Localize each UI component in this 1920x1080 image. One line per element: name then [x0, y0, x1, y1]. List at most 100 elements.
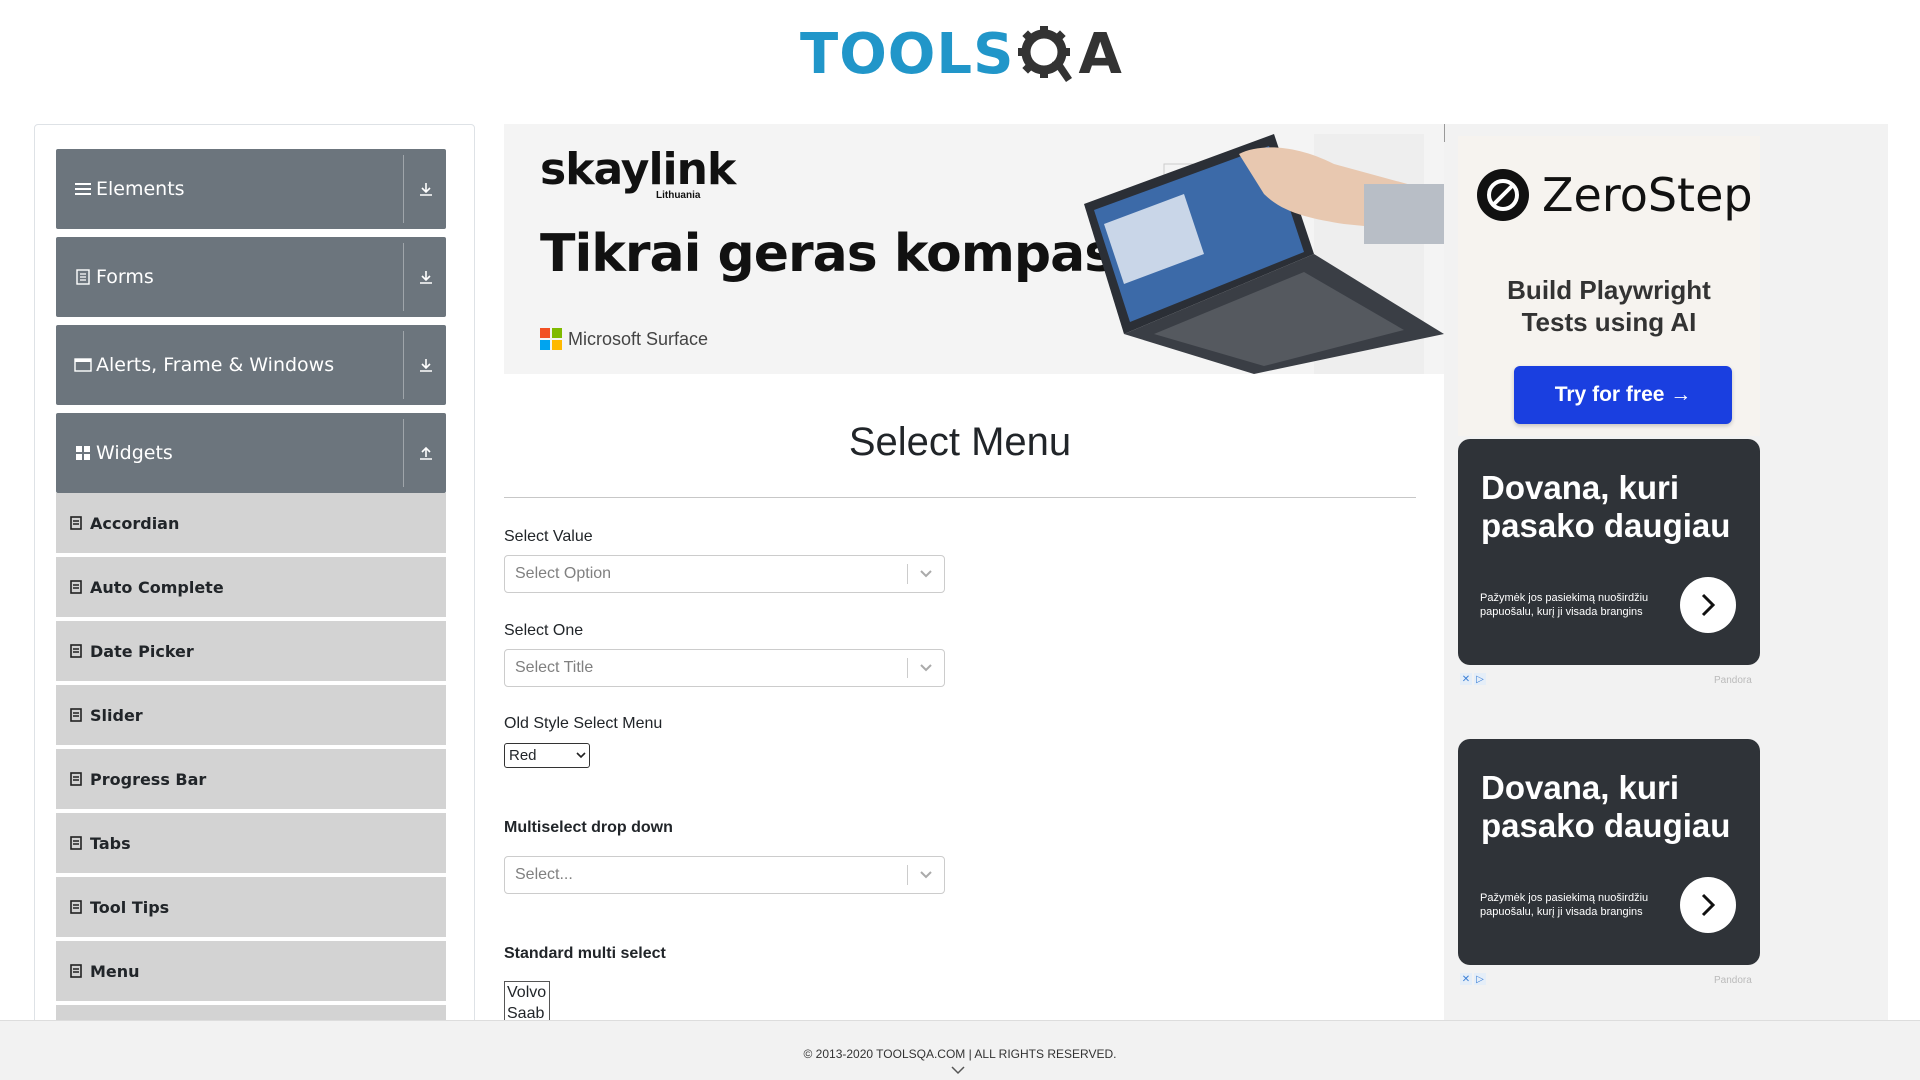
- ad-brand-sub: Lithuania: [656, 190, 701, 201]
- sidebar-item-label: Slider: [90, 705, 143, 725]
- window-icon: [74, 358, 92, 372]
- old-style-value: Red: [509, 747, 537, 764]
- hamburger-icon: [74, 182, 92, 196]
- logo-text-tools: TOOLS: [800, 21, 1015, 87]
- chevron-down-icon: [573, 752, 589, 759]
- old-style-label: Old Style Select Menu: [504, 715, 663, 732]
- chevron-down-icon[interactable]: [908, 870, 944, 880]
- item-icon: [70, 516, 82, 530]
- select-one-label: Select One: [504, 622, 584, 639]
- sidebar-group-alerts[interactable]: Alerts, Frame & Windows: [56, 325, 446, 405]
- download-arrow-icon[interactable]: [414, 177, 438, 201]
- laptop-image: [1084, 134, 1444, 374]
- sidebar-group-label: Alerts, Frame & Windows: [96, 354, 335, 376]
- grid-icon: [74, 445, 92, 461]
- ad-choices[interactable]: ✕ ▷: [1460, 673, 1486, 685]
- sidebar-item-accordian[interactable]: Accordian: [56, 493, 446, 555]
- sidebar-item-tabs[interactable]: Tabs: [56, 813, 446, 875]
- zerostep-brand: ZeroStep: [1542, 168, 1753, 222]
- pandora-headline: Dovana, kuri pasako daugiau: [1481, 469, 1731, 544]
- document-icon: [74, 269, 92, 285]
- ad-microsoft-surface: Microsoft Surface: [540, 328, 708, 350]
- sidebar-group-widgets[interactable]: Widgets: [56, 413, 446, 493]
- footer: © 2013-2020 TOOLSQA.COM | ALL RIGHTS RES…: [0, 1020, 1920, 1080]
- right-ad-column: ZeroStep Build Playwright Tests using AI…: [1444, 124, 1888, 1020]
- header: TOOLS A: [0, 0, 1920, 100]
- old-style-select[interactable]: Red: [504, 743, 590, 768]
- select-value-dropdown[interactable]: Select Option: [504, 555, 945, 593]
- microsoft-logo-icon: [540, 328, 562, 350]
- sidebar-item-tool-tips[interactable]: Tool Tips: [56, 877, 446, 939]
- title-divider: [504, 497, 1416, 498]
- item-icon: [70, 900, 82, 914]
- ad-pandora-2[interactable]: Dovana, kuri pasako daugiau Pažymėk jos …: [1458, 739, 1760, 965]
- chevron-right-icon[interactable]: [1680, 577, 1736, 633]
- ad-zerostep[interactable]: ZeroStep Build Playwright Tests using AI…: [1458, 136, 1760, 436]
- ad-choices-icon[interactable]: ▷: [1474, 973, 1486, 985]
- ad-source: Pandora: [1714, 975, 1752, 986]
- select-one-placeholder: Select Title: [515, 659, 594, 676]
- ad-banner-skaylink[interactable]: skaylink Lithuania Tikrai geras kompas! …: [504, 124, 1444, 374]
- item-icon: [70, 836, 82, 850]
- logo-text-a: A: [1078, 21, 1123, 87]
- sidebar-item-menu[interactable]: Menu: [56, 941, 446, 1003]
- divider: [403, 419, 404, 487]
- pandora-headline: Dovana, kuri pasako daugiau: [1481, 769, 1731, 844]
- item-icon: [70, 772, 82, 786]
- zerostep-tagline: Build Playwright Tests using AI: [1458, 274, 1760, 338]
- sidebar-group-label: Widgets: [96, 442, 173, 464]
- zerostep-line2: Tests using AI: [1521, 307, 1697, 337]
- ad-choices[interactable]: ✕ ▷: [1460, 973, 1486, 985]
- logo-text-qa: A: [1014, 22, 1122, 87]
- multiselect-placeholder: Select...: [515, 866, 573, 883]
- divider: [403, 243, 404, 311]
- ad-close-icon[interactable]: ✕: [1460, 973, 1472, 985]
- ad-choices-icon[interactable]: ▷: [1474, 673, 1486, 685]
- sidebar-item-label: Date Picker: [90, 641, 194, 661]
- sidebar-item-auto-complete[interactable]: Auto Complete: [56, 557, 446, 619]
- sidebar-group-label: Forms: [96, 266, 154, 288]
- sidebar-item-label: Tabs: [90, 833, 131, 853]
- sidebar-item-label: Menu: [90, 961, 140, 981]
- ad-border-line: [1444, 124, 1445, 142]
- sidebar-item-label: Auto Complete: [90, 577, 224, 597]
- ad-brand: skaylink: [540, 144, 736, 195]
- sidebar-group-label: Elements: [96, 178, 185, 200]
- toolsqa-logo[interactable]: TOOLS A: [800, 14, 1123, 94]
- standard-multi-select[interactable]: Volvo Saab: [504, 981, 550, 1021]
- sidebar-group-forms[interactable]: Forms: [56, 237, 446, 317]
- chevron-down-icon[interactable]: [908, 569, 944, 579]
- item-icon: [70, 644, 82, 658]
- page-title: Select Menu: [848, 420, 1072, 464]
- item-icon: [70, 708, 82, 722]
- pandora-subtext: Pažymėk jos pasiekimą nuoširdžiu papuoša…: [1480, 592, 1649, 618]
- multiselect-dropdown[interactable]: Select...: [504, 856, 945, 894]
- ad-ms-label: Microsoft Surface: [568, 328, 709, 349]
- select-one-dropdown[interactable]: Select Title: [504, 649, 945, 687]
- zerostep-logo: ZeroStep: [1476, 168, 1753, 222]
- sidebar-item-date-picker[interactable]: Date Picker: [56, 621, 446, 683]
- item-icon: [70, 964, 82, 978]
- standard-multi-label: Standard multi select: [504, 945, 666, 962]
- ad-headline: Tikrai geras kompas!: [540, 224, 1138, 284]
- multi-option[interactable]: Saab: [507, 1003, 549, 1021]
- gear-q-icon: [1018, 26, 1073, 82]
- download-arrow-icon[interactable]: [414, 265, 438, 289]
- chevron-down-icon[interactable]: [908, 663, 944, 673]
- sidebar-group-elements[interactable]: Elements: [56, 149, 446, 229]
- download-arrow-icon[interactable]: [414, 353, 438, 377]
- chevron-down-icon[interactable]: [950, 1065, 966, 1075]
- select-value-placeholder: Select Option: [515, 565, 612, 582]
- try-for-free-button[interactable]: Try for free →: [1514, 366, 1732, 424]
- ad-pandora-1[interactable]: Dovana, kuri pasako daugiau Pažymėk jos …: [1458, 439, 1760, 665]
- sidebar-item-slider[interactable]: Slider: [56, 685, 446, 747]
- sidebar-item-label: Tool Tips: [90, 897, 170, 917]
- multi-option[interactable]: Volvo: [507, 982, 549, 1003]
- pandora-subtext: Pažymėk jos pasiekimą nuoširdžiu papuoša…: [1480, 892, 1649, 918]
- sidebar-item-progress-bar[interactable]: Progress Bar: [56, 749, 446, 811]
- chevron-right-icon[interactable]: [1680, 877, 1736, 933]
- upload-arrow-icon[interactable]: [414, 441, 438, 465]
- divider: [403, 331, 404, 399]
- sidebar: Elements Forms Alerts, Frame & Windows W…: [34, 124, 475, 1024]
- ad-close-icon[interactable]: ✕: [1460, 673, 1472, 685]
